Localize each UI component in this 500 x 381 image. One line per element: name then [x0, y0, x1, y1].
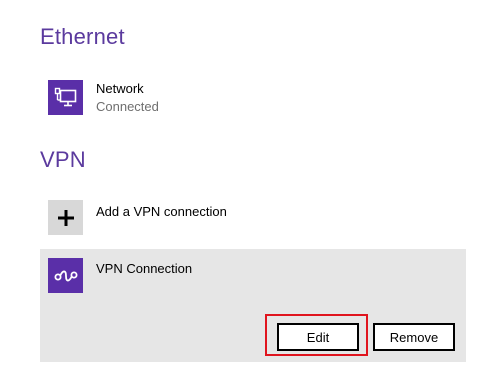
add-vpn-connection-label: Add a VPN connection [96, 204, 227, 219]
edit-button[interactable]: Edit [277, 323, 359, 351]
network-status: Connected [96, 99, 159, 114]
network-title: Network [96, 81, 144, 96]
ethernet-network-item[interactable]: Network Connected [40, 76, 466, 122]
vpn-connection-item[interactable]: VPN Connection Edit Remove [40, 249, 466, 362]
vpn-connection-title: VPN Connection [96, 261, 193, 276]
plus-icon [48, 200, 83, 235]
vpn-link-icon [48, 258, 83, 293]
ethernet-heading: Ethernet [40, 24, 125, 49]
add-vpn-connection-button[interactable]: Add a VPN connection [40, 196, 466, 242]
ethernet-network-icon [48, 80, 83, 115]
remove-button[interactable]: Remove [373, 323, 455, 351]
vpn-heading: VPN [40, 147, 86, 172]
